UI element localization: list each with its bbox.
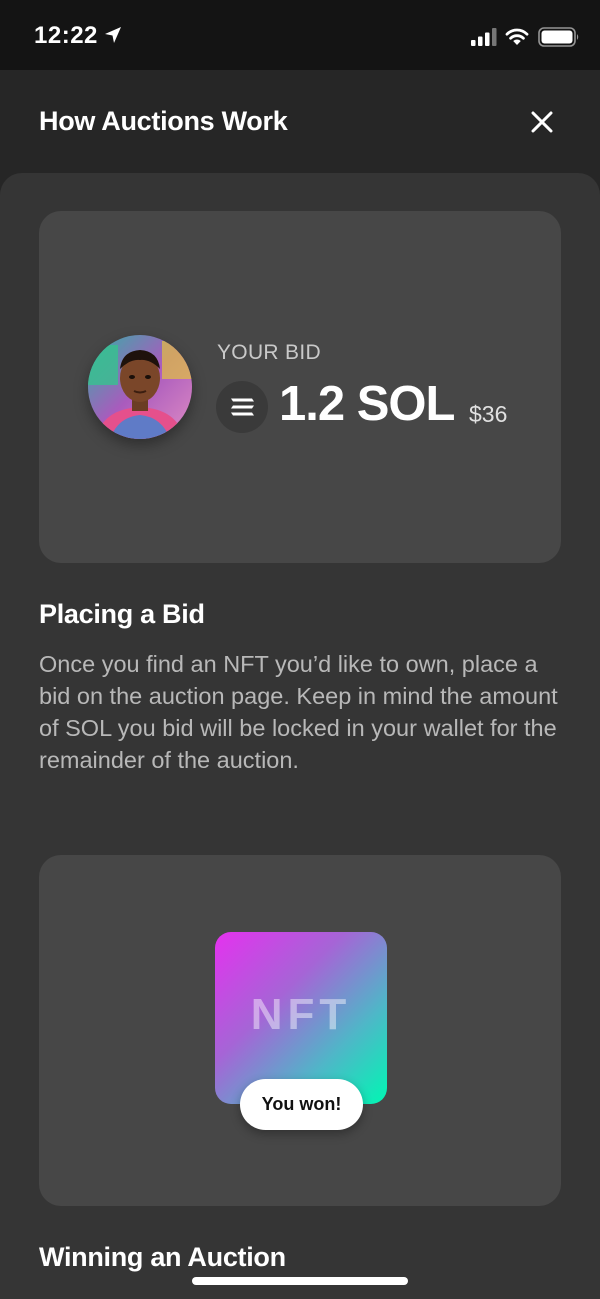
win-illustration-card: NFT You won! bbox=[39, 855, 561, 1206]
header: How Auctions Work bbox=[0, 70, 600, 173]
bid-usd-value: $36 bbox=[469, 401, 508, 427]
wifi-icon bbox=[505, 28, 529, 45]
bid-illustration-card: YOUR BID 1.2 SOL $36 bbox=[39, 211, 561, 563]
bid-label: YOUR BID bbox=[217, 341, 321, 364]
close-icon bbox=[531, 111, 553, 133]
section-title-winning-auction: Winning an Auction bbox=[39, 1242, 286, 1272]
close-button[interactable] bbox=[522, 102, 562, 142]
nft-label: NFT bbox=[250, 990, 352, 1039]
bid-amount: 1.2 SOL bbox=[279, 377, 455, 431]
home-indicator bbox=[192, 1277, 408, 1285]
avatar bbox=[88, 335, 192, 439]
you-won-text: You won! bbox=[261, 1094, 342, 1114]
you-won-badge: You won! bbox=[240, 1079, 363, 1130]
cellular-signal-icon bbox=[471, 28, 497, 46]
location-arrow-icon bbox=[105, 27, 121, 43]
section-body-placing-bid: Once you find an NFT you’d like to own, … bbox=[39, 651, 558, 773]
section-title-placing-bid: Placing a Bid bbox=[39, 599, 205, 629]
status-bar: 12:22 bbox=[0, 0, 600, 70]
solana-logo-icon bbox=[216, 381, 268, 433]
battery-icon bbox=[538, 27, 579, 47]
content-sheet: YOUR BID 1.2 SOL $36 Placing a Bid Once … bbox=[0, 173, 600, 1299]
page-title: How Auctions Work bbox=[39, 106, 288, 136]
status-time: 12:22 bbox=[34, 22, 98, 49]
